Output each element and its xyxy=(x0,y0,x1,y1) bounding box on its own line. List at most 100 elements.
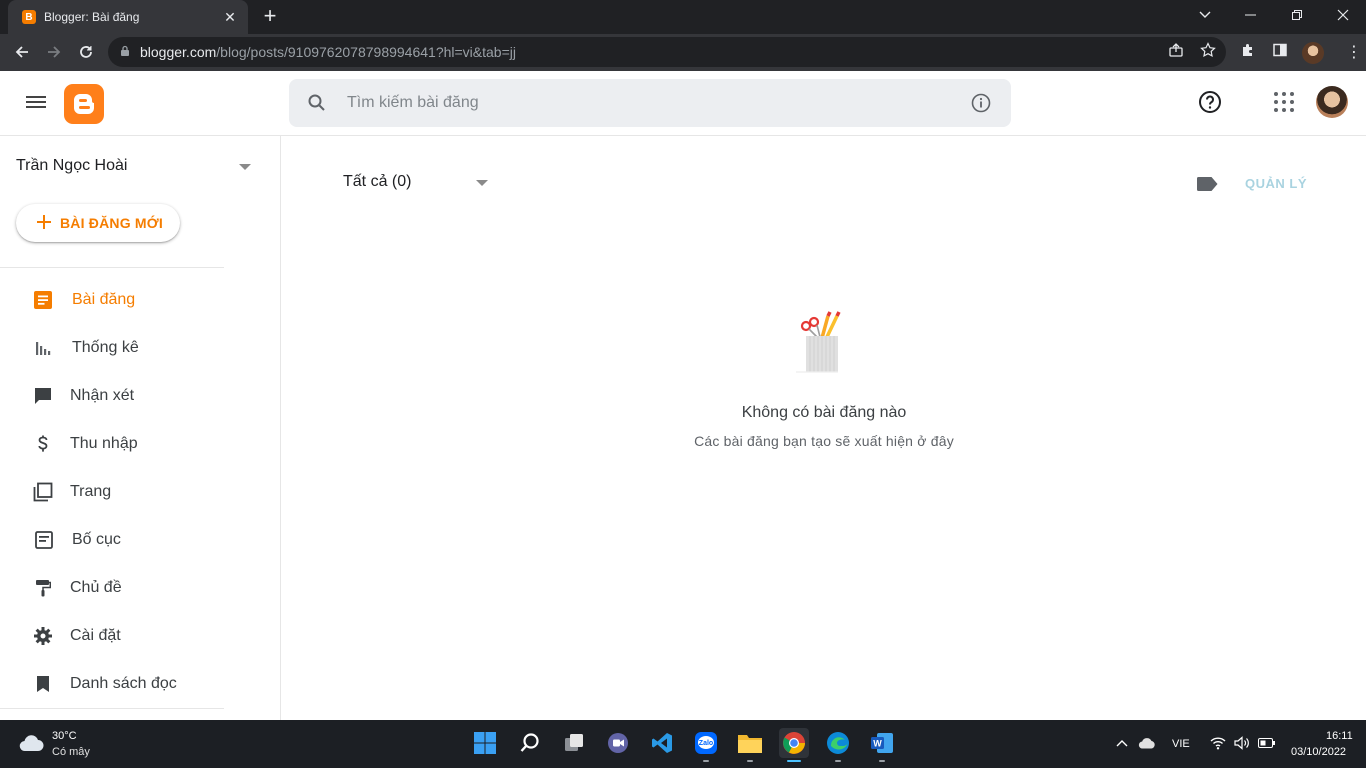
comments-icon xyxy=(33,386,53,406)
tray-overflow-chevron-icon[interactable] xyxy=(1116,738,1128,750)
plus-icon xyxy=(36,213,52,233)
browser-profile-avatar[interactable] xyxy=(1302,42,1324,64)
blogger-logo[interactable] xyxy=(64,84,104,124)
new-post-button[interactable]: BÀI ĐĂNG MỚI xyxy=(16,204,180,242)
address-bar[interactable]: blogger.com/blog/posts/91097620787989946… xyxy=(108,37,1226,67)
help-icon[interactable] xyxy=(1198,90,1222,114)
volume-icon[interactable] xyxy=(1234,736,1250,753)
chrome-icon[interactable] xyxy=(779,728,809,762)
weather-description[interactable]: Có mây xyxy=(52,746,90,758)
manage-labels-button[interactable]: QUẢN LÝ xyxy=(1245,176,1307,191)
browser-tab-blogger[interactable]: B Blogger: Bài đăng ✕ xyxy=(8,0,248,34)
tab-title: Blogger: Bài đăng xyxy=(44,10,140,24)
dollar-icon xyxy=(33,434,53,454)
extensions-puzzle-icon[interactable] xyxy=(1238,40,1258,60)
sidebar-item-pages[interactable]: Trang xyxy=(0,468,280,516)
sidebar-item-earnings[interactable]: Thu nhập xyxy=(0,420,280,468)
onedrive-cloud-icon[interactable] xyxy=(1138,737,1156,752)
sidebar-item-label: Thu nhập xyxy=(70,435,138,452)
theme-roller-icon xyxy=(33,578,53,598)
side-panel-icon[interactable] xyxy=(1270,40,1290,60)
zalo-icon[interactable]: Zalo xyxy=(691,728,721,762)
browser-tabstrip: B Blogger: Bài đăng ✕ + xyxy=(0,0,1366,34)
label-tag-icon[interactable] xyxy=(1196,177,1218,191)
tab-search-chevron-icon[interactable] xyxy=(1182,0,1228,30)
app-header: Tìm kiếm bài đăng xyxy=(0,71,1366,136)
sidebar-item-label: Danh sách đọc xyxy=(70,675,177,692)
pages-icon xyxy=(33,482,53,502)
search-icon[interactable] xyxy=(515,728,545,758)
search-icon[interactable] xyxy=(307,93,327,118)
sidebar-item-label: Cài đặt xyxy=(70,627,121,644)
new-post-label: BÀI ĐĂNG MỚI xyxy=(60,215,164,231)
posts-icon xyxy=(33,290,53,310)
battery-icon[interactable] xyxy=(1258,738,1276,751)
browser-toolbar: blogger.com/blog/posts/91097620787989946… xyxy=(0,34,1366,71)
vscode-icon[interactable] xyxy=(647,728,677,758)
sidebar-item-posts[interactable]: Bài đăng xyxy=(0,276,280,324)
avatar[interactable] xyxy=(1316,86,1348,118)
sidebar-item-label: Thống kê xyxy=(72,339,139,356)
sidebar-item-settings[interactable]: Cài đặt xyxy=(0,612,280,660)
windows-start-icon[interactable] xyxy=(470,728,500,758)
windows-taskbar: 30°C Có mây Zalo W VIE 16:11 03/10/2022 xyxy=(0,720,1366,768)
blog-selector[interactable]: Trần Ngọc Hoài xyxy=(16,157,127,175)
reload-icon[interactable] xyxy=(74,40,98,64)
browser-menu-kebab-icon[interactable]: ⋮ xyxy=(1346,42,1362,62)
teams-chat-icon[interactable] xyxy=(603,728,633,758)
file-explorer-icon[interactable] xyxy=(735,728,765,762)
filter-caret-icon[interactable] xyxy=(476,180,488,186)
sidebar: Trần Ngọc Hoài BÀI ĐĂNG MỚI Bài đăng Thố… xyxy=(0,136,281,720)
clock-time[interactable]: 16:11 xyxy=(1326,730,1353,742)
lock-icon xyxy=(120,45,130,60)
edge-icon[interactable] xyxy=(823,728,853,762)
wifi-icon[interactable] xyxy=(1210,736,1226,753)
hamburger-menu-icon[interactable] xyxy=(26,93,46,113)
close-window-button[interactable] xyxy=(1320,0,1366,30)
sidebar-divider xyxy=(0,267,224,268)
clock-date[interactable]: 03/10/2022 xyxy=(1291,746,1346,758)
forward-arrow-icon[interactable] xyxy=(42,40,66,64)
post-filter-dropdown[interactable]: Tất cả (0) xyxy=(343,173,411,191)
back-arrow-icon[interactable] xyxy=(10,40,34,64)
word-icon[interactable]: W xyxy=(867,728,897,762)
gear-icon xyxy=(33,626,53,646)
sidebar-item-stats[interactable]: Thống kê xyxy=(0,324,280,372)
task-view-icon[interactable] xyxy=(559,728,589,758)
weather-temperature[interactable]: 30°C xyxy=(52,730,77,742)
sidebar-item-label: Nhận xét xyxy=(70,387,135,404)
layout-icon xyxy=(34,530,54,550)
new-tab-button[interactable]: + xyxy=(258,5,282,27)
blog-selector-caret-icon[interactable] xyxy=(239,164,251,170)
url-text: blogger.com/blog/posts/91097620787989946… xyxy=(140,44,516,60)
language-indicator[interactable]: VIE xyxy=(1172,738,1190,750)
cloud-weather-icon[interactable] xyxy=(18,734,44,752)
sidebar-divider xyxy=(0,708,224,709)
main-content: Tất cả (0) QUẢN LÝ Không có bài đăng nào… xyxy=(282,136,1366,720)
tab-close-icon[interactable]: ✕ xyxy=(222,9,238,26)
sidebar-item-theme[interactable]: Chủ đề xyxy=(0,564,280,612)
stats-icon xyxy=(33,338,53,358)
bookmark-star-icon[interactable] xyxy=(1198,40,1218,60)
minimize-button[interactable] xyxy=(1228,0,1274,30)
sidebar-item-layout[interactable]: Bố cục xyxy=(0,516,280,564)
empty-state-subtitle: Các bài đăng bạn tạo sẽ xuất hiện ở đây xyxy=(694,433,954,449)
google-apps-icon[interactable] xyxy=(1274,92,1294,112)
svg-text:W: W xyxy=(873,739,882,749)
sidebar-item-reading-list[interactable]: Danh sách đọc xyxy=(0,660,280,708)
sidebar-item-label: Bài đăng xyxy=(72,291,136,308)
url-path: /blog/posts/9109762078798994641?hl=vi&ta… xyxy=(216,44,516,60)
share-icon[interactable] xyxy=(1166,40,1186,60)
restore-button[interactable] xyxy=(1274,0,1320,30)
empty-state-title: Không có bài đăng nào xyxy=(741,404,907,421)
svg-text:Zalo: Zalo xyxy=(699,740,713,747)
sidebar-item-comments[interactable]: Nhận xét xyxy=(0,372,280,420)
sidebar-item-label: Chủ đề xyxy=(70,579,122,596)
sidebar-item-label: Bố cục xyxy=(72,531,121,548)
search-bar[interactable]: Tìm kiếm bài đăng xyxy=(289,79,1011,127)
bookmark-icon xyxy=(33,674,53,694)
info-icon[interactable] xyxy=(971,93,991,118)
blogger-favicon-icon: B xyxy=(22,10,36,24)
pencil-cup-illustration-icon xyxy=(792,308,852,378)
search-input[interactable]: Tìm kiếm bài đăng xyxy=(347,94,479,112)
